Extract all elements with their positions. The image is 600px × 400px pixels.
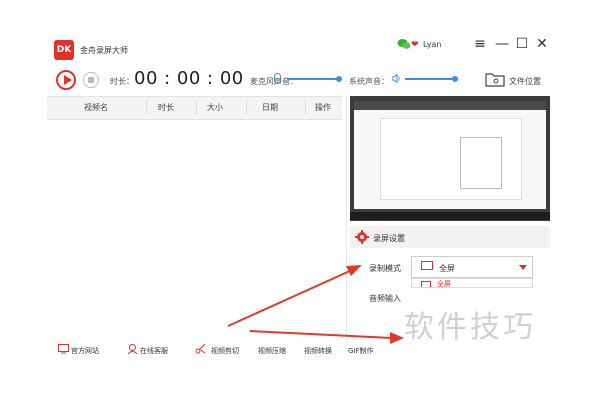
monitor-icon xyxy=(421,281,431,287)
column-header-size: 大小 xyxy=(207,103,223,112)
footer-video-convert[interactable]: 视频转换 xyxy=(304,346,332,356)
preview-taskbar xyxy=(350,212,550,220)
record-button[interactable] xyxy=(56,70,76,90)
website-icon xyxy=(58,344,69,354)
microphone-icon xyxy=(274,73,281,84)
column-separator xyxy=(196,100,197,114)
footer-online-support[interactable]: 在线客服 xyxy=(140,346,168,356)
duration-label: 时长： xyxy=(110,77,134,86)
system-volume-knob[interactable] xyxy=(452,76,458,82)
record-mode-value: 全屏 xyxy=(439,264,455,273)
gear-icon xyxy=(355,230,369,244)
footer-video-compress[interactable]: 视频压缩 xyxy=(258,346,286,356)
footer-video-cut[interactable]: 视频剪切 xyxy=(211,346,239,356)
system-volume-slider[interactable] xyxy=(405,78,455,80)
heart-icon: ❤ xyxy=(411,40,419,50)
column-header-duration: 时长 xyxy=(158,103,174,112)
wechat-icon[interactable] xyxy=(397,38,411,50)
preview-titlebar xyxy=(354,101,546,110)
speaker-icon xyxy=(392,74,400,83)
footer-gif-maker[interactable]: GIF制作 xyxy=(348,346,374,356)
scissors-icon xyxy=(195,344,206,354)
record-mode-label: 录制模式 xyxy=(369,264,401,273)
chevron-down-icon[interactable] xyxy=(519,265,527,270)
column-separator xyxy=(146,100,147,114)
column-separator xyxy=(246,100,247,114)
user-name[interactable]: Lyan xyxy=(423,40,441,49)
preview-app-window xyxy=(460,137,502,189)
app-logo: DK xyxy=(54,40,74,60)
audio-input-label: 音频输入 xyxy=(369,294,401,303)
column-header-actions: 操作 xyxy=(315,103,331,112)
mic-volume-knob[interactable] xyxy=(336,76,342,82)
menu-icon[interactable]: ≡ xyxy=(472,36,488,52)
stop-button[interactable] xyxy=(83,72,99,88)
column-separator xyxy=(305,100,306,114)
dropdown-option[interactable]: 全屏 xyxy=(437,279,451,287)
system-volume-label: 系统声音： xyxy=(349,77,389,86)
folder-icon[interactable] xyxy=(485,71,505,87)
panel-divider xyxy=(346,96,347,341)
monitor-icon xyxy=(421,261,433,270)
maximize-button[interactable]: ☐ xyxy=(514,36,530,52)
watermark: 软件技巧 xyxy=(404,310,536,345)
mic-volume-slider[interactable] xyxy=(288,78,338,80)
app-title: 金舟录屏大师 xyxy=(80,46,128,55)
support-icon xyxy=(127,344,138,354)
footer-official-site[interactable]: 官方网站 xyxy=(71,346,99,356)
file-location-button[interactable]: 文件位置 xyxy=(509,76,541,87)
minimize-button[interactable]: — xyxy=(494,36,510,52)
record-timer: 00 : 00 : 00 xyxy=(134,68,244,89)
settings-title: 录屏设置 xyxy=(373,234,405,243)
close-button[interactable]: ✕ xyxy=(534,36,550,52)
column-header-date: 日期 xyxy=(262,103,278,112)
column-header-name: 视频名 xyxy=(84,103,108,112)
